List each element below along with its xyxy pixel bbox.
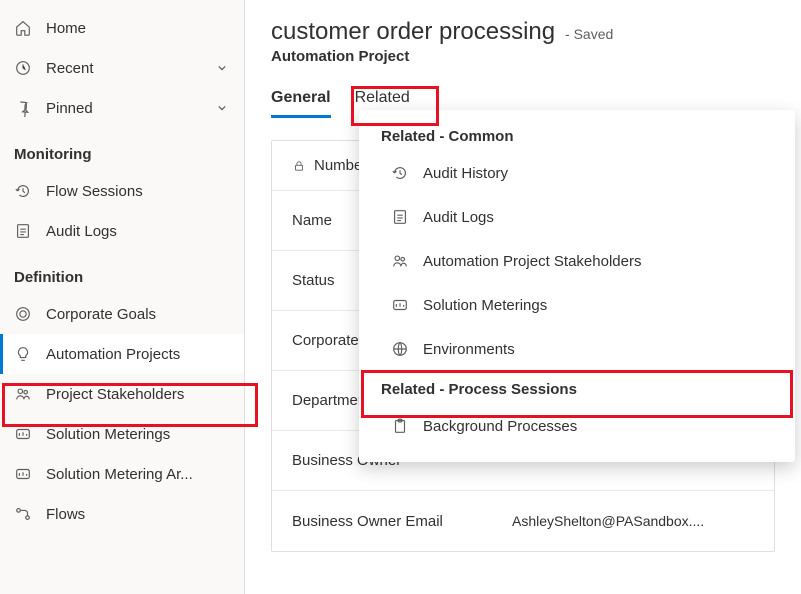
sidebar-item-label: Audit Logs: [46, 223, 117, 240]
globe-icon: [391, 340, 409, 358]
sidebar-item-project-stakeholders[interactable]: Project Stakeholders: [0, 374, 244, 414]
clock-icon: [14, 59, 32, 77]
sidebar-item-label: Recent: [46, 60, 94, 77]
dropdown-item-label: Audit History: [423, 165, 508, 182]
sidebar-item-solution-meterings[interactable]: Solution Meterings: [0, 414, 244, 454]
dropdown-item-label: Solution Meterings: [423, 297, 547, 314]
sidebar-item-label: Corporate Goals: [46, 306, 156, 323]
dropdown-item-solution-meterings[interactable]: Solution Meterings: [359, 283, 795, 327]
field-business-owner-email[interactable]: Business Owner Email AshleyShelton@PASan…: [272, 491, 774, 551]
header: customer order processing - Saved Automa…: [271, 18, 775, 65]
audit-icon: [14, 222, 32, 240]
entity-subtitle: Automation Project: [271, 48, 775, 65]
field-label: Name: [292, 212, 332, 229]
tab-general[interactable]: General: [271, 89, 331, 118]
saved-indicator: - Saved: [565, 26, 613, 42]
sidebar-item-corporate-goals[interactable]: Corporate Goals: [0, 294, 244, 334]
audit-icon: [391, 208, 409, 226]
chevron-down-icon: [214, 60, 230, 76]
sidebar-item-recent[interactable]: Recent: [0, 48, 244, 88]
sidebar-item-label: Solution Meterings: [46, 426, 170, 443]
meter-icon: [14, 465, 32, 483]
field-label: Status: [292, 272, 335, 289]
main-content: customer order processing - Saved Automa…: [245, 0, 801, 594]
dropdown-item-audit-logs[interactable]: Audit Logs: [359, 195, 795, 239]
sidebar-item-automation-projects[interactable]: Automation Projects: [0, 334, 244, 374]
dropdown-item-stakeholders[interactable]: Automation Project Stakeholders: [359, 239, 795, 283]
people-icon: [391, 252, 409, 270]
lock-icon: [292, 159, 306, 173]
page-title: customer order processing: [271, 18, 555, 45]
dropdown-section-process: Related - Process Sessions: [359, 371, 795, 404]
history-icon: [14, 182, 32, 200]
sidebar-item-pinned[interactable]: Pinned: [0, 88, 244, 128]
dropdown-section-common: Related - Common: [359, 118, 795, 151]
sidebar-section-definition: Definition: [0, 251, 244, 294]
sidebar-section-monitoring: Monitoring: [0, 128, 244, 171]
field-label: Business Owner Email: [292, 513, 443, 530]
people-icon: [14, 385, 32, 403]
sidebar-item-label: Flow Sessions: [46, 183, 143, 200]
dropdown-item-environments[interactable]: Environments: [359, 327, 795, 371]
sidebar-item-solution-metering-ar[interactable]: Solution Metering Ar...: [0, 454, 244, 494]
related-dropdown: Related - Common Audit History Audit Log…: [359, 110, 795, 462]
sidebar-item-home[interactable]: Home: [0, 8, 244, 48]
pin-icon: [14, 99, 32, 117]
sidebar-item-label: Solution Metering Ar...: [46, 466, 193, 483]
home-icon: [14, 19, 32, 37]
sidebar-item-flow-sessions[interactable]: Flow Sessions: [0, 171, 244, 211]
field-value: AshleyShelton@PASandbox....: [512, 513, 754, 529]
sidebar-item-label: Flows: [46, 506, 85, 523]
chevron-down-icon: [214, 100, 230, 116]
clipboard-icon: [391, 417, 409, 435]
sidebar-item-label: Automation Projects: [46, 346, 180, 363]
target-icon: [14, 305, 32, 323]
sidebar: Home Recent Pinned Monitoring Flow Sessi…: [0, 0, 245, 594]
dropdown-item-label: Automation Project Stakeholders: [423, 253, 641, 270]
sidebar-item-label: Project Stakeholders: [46, 386, 184, 403]
meter-icon: [14, 425, 32, 443]
flow-icon: [14, 505, 32, 523]
dropdown-item-audit-history[interactable]: Audit History: [359, 151, 795, 195]
meter-icon: [391, 296, 409, 314]
sidebar-item-label: Pinned: [46, 100, 93, 117]
sidebar-item-flows[interactable]: Flows: [0, 494, 244, 534]
sidebar-item-audit-logs[interactable]: Audit Logs: [0, 211, 244, 251]
dropdown-item-label: Audit Logs: [423, 209, 494, 226]
dropdown-item-label: Environments: [423, 341, 515, 358]
sidebar-item-label: Home: [46, 20, 86, 37]
bulb-icon: [14, 345, 32, 363]
history-icon: [391, 164, 409, 182]
dropdown-item-label: Background Processes: [423, 418, 577, 435]
dropdown-item-background-processes[interactable]: Background Processes: [359, 404, 795, 448]
